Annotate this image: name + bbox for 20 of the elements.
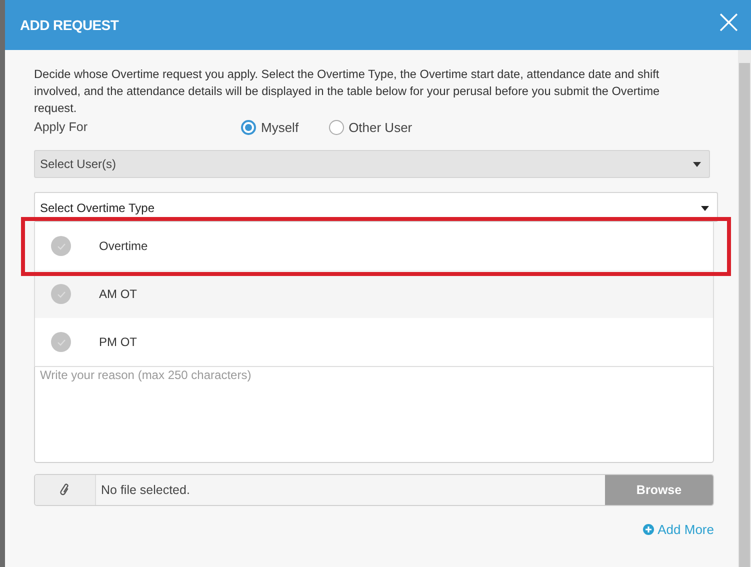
field-label: Apply For (34, 120, 88, 134)
radio-label: Other User (348, 120, 412, 134)
dropdown-option[interactable]: AM OT (99, 287, 137, 301)
dropdown-option[interactable]: PM OT (99, 335, 137, 349)
select-placeholder: Select Overtime Type (40, 201, 154, 215)
placeholder-text: Write your reason (max 250 characters) (40, 368, 252, 382)
caret-icon (701, 206, 709, 210)
scrollbar[interactable] (738, 50, 751, 567)
dialog-title: ADD REQUEST (20, 17, 119, 33)
radio-label: Myself (261, 120, 299, 134)
plus-circle-icon (642, 524, 654, 535)
caret-icon (693, 162, 701, 166)
description-text: Decide whose Overtime request you apply. Select the Overtime Type, the Overtime start date, attendance date and shift involved, and the attendance details will be displayed in the table below for your perusal before you submit the Overtime request. (34, 66, 661, 117)
radio-button[interactable] (328, 120, 344, 134)
radio-button[interactable] (241, 120, 256, 134)
paperclip-icon (59, 483, 71, 497)
file-input[interactable]: No file selected. Browse (34, 474, 714, 506)
dropdown-option[interactable]: Overtime (99, 239, 148, 253)
file-name: No file selected. (100, 482, 191, 499)
select-placeholder: Select User(s) (40, 157, 116, 171)
